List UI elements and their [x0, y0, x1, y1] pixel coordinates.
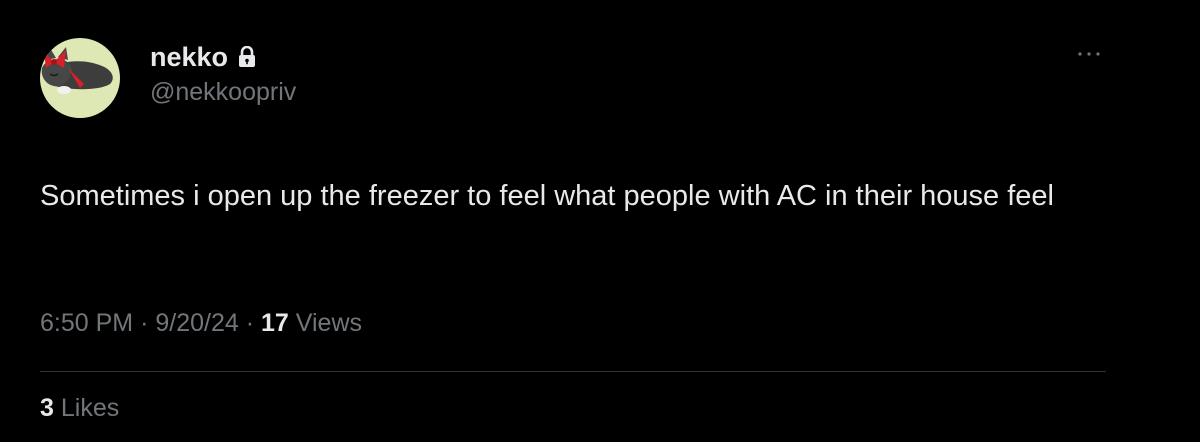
meta-separator: ·	[245, 309, 255, 337]
tweet-time[interactable]: 6:50 PM	[40, 309, 133, 337]
avatar-cat-icon	[40, 38, 120, 118]
avatar[interactable]	[40, 38, 120, 118]
tweet-date[interactable]: 9/20/24	[155, 309, 238, 337]
likes-count: 3	[40, 394, 54, 422]
meta-separator: ·	[140, 309, 149, 337]
tweet-text: Sometimes i open up the freezer to feel …	[40, 180, 1054, 212]
author-display-name[interactable]: nekko	[150, 42, 228, 73]
likes-link[interactable]: 3 Likes	[40, 394, 119, 423]
author-name-row: nekko	[150, 40, 256, 74]
author-handle[interactable]: @nekkoopriv	[150, 78, 296, 107]
likes-label: Likes	[60, 394, 120, 422]
more-horizontal-icon	[1078, 52, 1100, 56]
views-count: 17	[261, 309, 289, 337]
divider	[40, 371, 1106, 372]
more-options-button[interactable]	[1074, 44, 1104, 64]
views-label: Views	[295, 309, 363, 337]
lock-icon	[238, 46, 256, 68]
tweet-meta: 6:50 PM · 9/20/24 · 17 Views	[40, 309, 362, 338]
tweet-card: nekko @nekkoopriv Sometimes i open up th…	[0, 0, 1200, 442]
